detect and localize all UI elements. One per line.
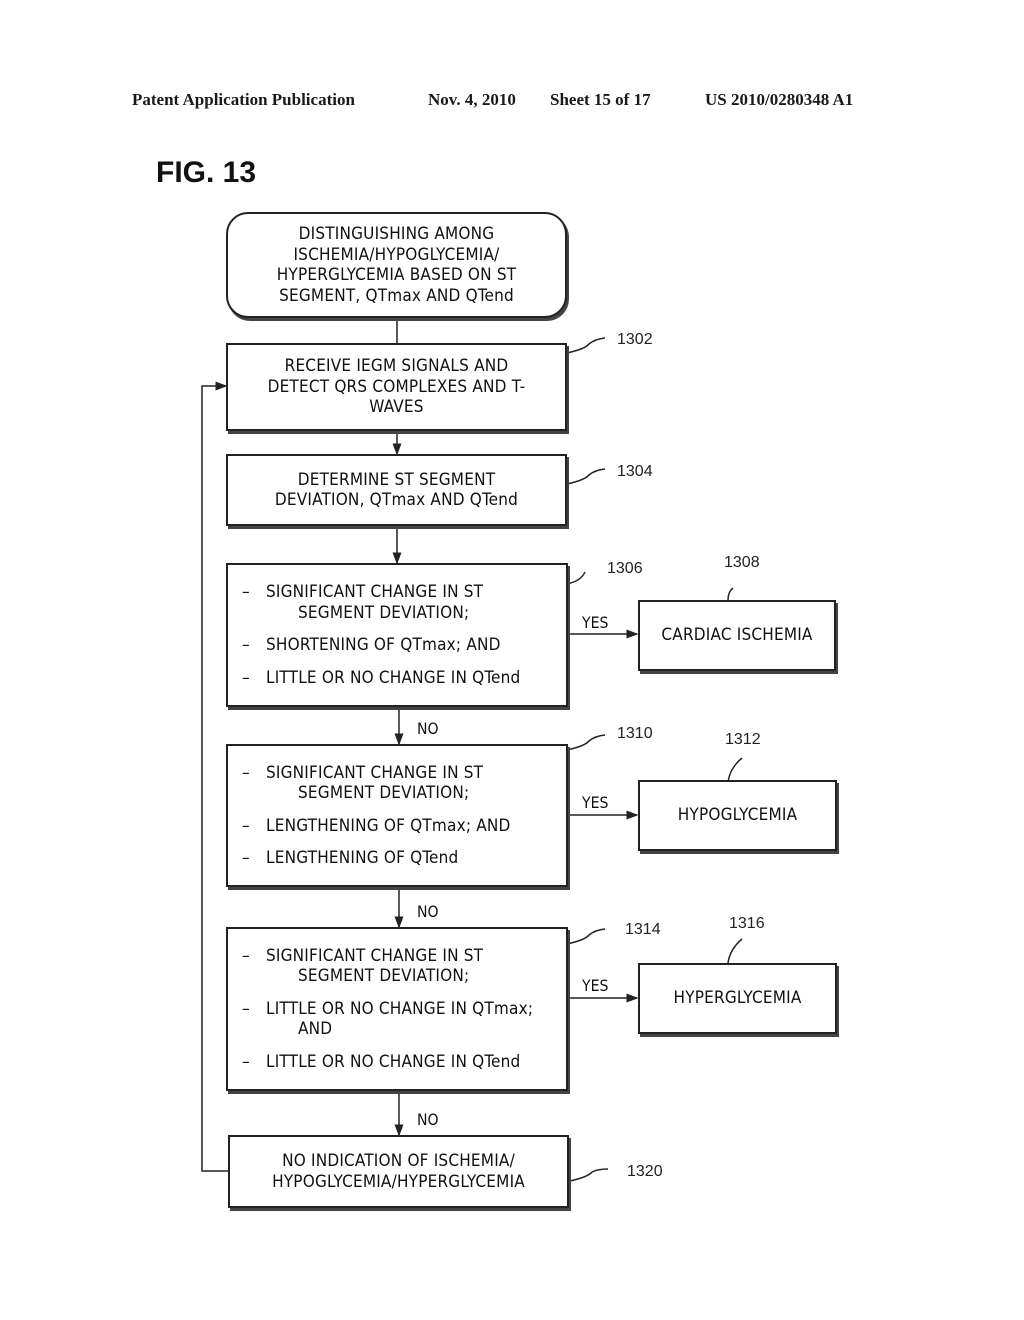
- result-label: CARDIAC ISCHEMIA: [661, 625, 813, 646]
- bullet-dash: –: [242, 815, 250, 836]
- criterion-text: LITTLE OR NO CHANGE IN QTend: [266, 1051, 521, 1072]
- criterion-item: – LITTLE OR NO CHANGE IN QTmax; AND: [242, 999, 533, 1040]
- step-line: DETECT QRS COMPLEXES AND T-: [267, 376, 526, 397]
- criterion-text: LITTLE OR NO CHANGE IN QTmax;: [266, 998, 534, 1019]
- criterion-item: – SIGNIFICANT CHANGE IN ST SEGMENT DEVIAT…: [242, 582, 483, 623]
- criterion-text: SHORTENING OF QTmax; AND: [266, 635, 501, 655]
- leader-1302: [566, 337, 606, 354]
- result-1316-hyperglycemia: HYPERGLYCEMIA: [638, 963, 837, 1034]
- bullet-dash: –: [242, 635, 250, 655]
- criterion-text: SIGNIFICANT CHANGE IN ST: [266, 582, 484, 602]
- criterion-text: LITTLE OR NO CHANGE IN QTend: [266, 667, 521, 688]
- bullet-dash: –: [242, 945, 250, 966]
- leader-1306: [566, 571, 586, 585]
- bullet-dash: –: [242, 582, 250, 602]
- start-line: SEGMENT, QTmax AND QTend: [279, 285, 514, 306]
- ref-1314: 1314: [625, 921, 661, 938]
- result-1308-cardiac-ischemia: CARDIAC ISCHEMIA: [638, 600, 836, 671]
- leader-1304: [566, 468, 606, 485]
- criterion-continuation: SEGMENT DEVIATION;: [298, 602, 470, 623]
- ref-1320: 1320: [627, 1163, 663, 1180]
- ref-1304: 1304: [617, 463, 653, 480]
- ref-1308: 1308: [724, 554, 760, 571]
- criterion-item: – LENGTHENING OF QTend: [242, 848, 458, 869]
- criterion-continuation: AND: [298, 1019, 333, 1040]
- leader-1308: [727, 587, 734, 601]
- step-line: RECEIVE IEGM SIGNALS AND: [284, 356, 509, 377]
- no-label: NO: [417, 719, 439, 738]
- ref-1310: 1310: [617, 725, 653, 742]
- yes-label: YES: [582, 976, 609, 995]
- no-label: NO: [417, 1110, 439, 1129]
- sheet-number: Sheet 15 of 17: [550, 90, 651, 109]
- step-1304-determine-st: DETERMINE ST SEGMENT DEVIATION, QTmax AN…: [226, 454, 567, 526]
- criterion-text: LENGTHENING OF QTend: [266, 848, 459, 868]
- decision-1310: – SIGNIFICANT CHANGE IN ST SEGMENT DEVIAT…: [226, 744, 568, 887]
- start-line: DISTINGUISHING AMONG: [298, 224, 495, 244]
- decision-1306: – SIGNIFICANT CHANGE IN ST SEGMENT DEVIAT…: [226, 563, 568, 707]
- bullet-dash: –: [242, 762, 250, 783]
- leader-1310: [566, 734, 606, 751]
- ref-1316: 1316: [729, 915, 765, 932]
- criterion-item: – LITTLE OR NO CHANGE IN QTend: [242, 668, 520, 689]
- ref-1312: 1312: [725, 731, 761, 748]
- bullet-dash: –: [242, 667, 250, 688]
- start-line: ISCHEMIA/HYPOGLYCEMIA/: [293, 244, 500, 265]
- start-line: HYPERGLYCEMIA BASED ON ST: [276, 265, 517, 285]
- criterion-item: – SIGNIFICANT CHANGE IN ST SEGMENT DEVIAT…: [242, 763, 483, 804]
- criterion-item: – SIGNIFICANT CHANGE IN ST SEGMENT DEVIAT…: [242, 946, 483, 987]
- result-1312-hypoglycemia: HYPOGLYCEMIA: [638, 780, 837, 851]
- step-line: WAVES: [369, 397, 424, 418]
- bullet-dash: –: [242, 1051, 250, 1072]
- yes-label: YES: [582, 793, 609, 812]
- decision-1314: – SIGNIFICANT CHANGE IN ST SEGMENT DEVIAT…: [226, 927, 568, 1091]
- no-label: NO: [417, 902, 439, 921]
- step-line: DEVIATION, QTmax AND QTend: [274, 490, 519, 510]
- publication-label: Patent Application Publication: [132, 90, 355, 109]
- patent-number: US 2010/0280348 A1: [705, 90, 854, 109]
- end-line: HYPOGLYCEMIA/HYPERGLYCEMIA: [272, 1171, 525, 1192]
- criterion-text: SIGNIFICANT CHANGE IN ST: [266, 762, 484, 783]
- leader-1316: [727, 938, 743, 964]
- end-line: NO INDICATION OF ISCHEMIA/: [282, 1151, 515, 1171]
- criterion-text: SIGNIFICANT CHANGE IN ST: [266, 945, 484, 966]
- bullet-dash: –: [242, 848, 250, 868]
- leader-1312: [727, 757, 743, 783]
- ref-1306: 1306: [607, 560, 643, 577]
- criterion-continuation: SEGMENT DEVIATION;: [298, 966, 470, 987]
- leader-1320: [569, 1168, 609, 1182]
- step-1302-receive-iegm: RECEIVE IEGM SIGNALS AND DETECT QRS COMP…: [226, 343, 567, 431]
- result-label: HYPERGLYCEMIA: [673, 988, 802, 1009]
- leader-1314: [566, 928, 606, 945]
- end-1320-no-indication: NO INDICATION OF ISCHEMIA/ HYPOGLYCEMIA/…: [228, 1135, 569, 1208]
- start-terminal: DISTINGUISHING AMONG ISCHEMIA/HYPOGLYCEM…: [226, 212, 567, 318]
- bullet-dash: –: [242, 998, 250, 1019]
- publication-date: Nov. 4, 2010: [428, 90, 516, 109]
- result-label: HYPOGLYCEMIA: [677, 805, 798, 826]
- criterion-item: – LITTLE OR NO CHANGE IN QTend: [242, 1052, 520, 1073]
- connector-loop-back: [201, 381, 228, 1172]
- step-line: DETERMINE ST SEGMENT: [297, 469, 496, 490]
- criterion-text: LENGTHENING OF QTmax; AND: [266, 815, 511, 836]
- ref-1302: 1302: [617, 331, 653, 348]
- figure-label: FIG. 13: [156, 156, 257, 189]
- criterion-item: – LENGTHENING OF QTmax; AND: [242, 816, 511, 837]
- yes-label: YES: [582, 613, 609, 632]
- criterion-item: – SHORTENING OF QTmax; AND: [242, 635, 501, 656]
- criterion-continuation: SEGMENT DEVIATION;: [298, 783, 470, 803]
